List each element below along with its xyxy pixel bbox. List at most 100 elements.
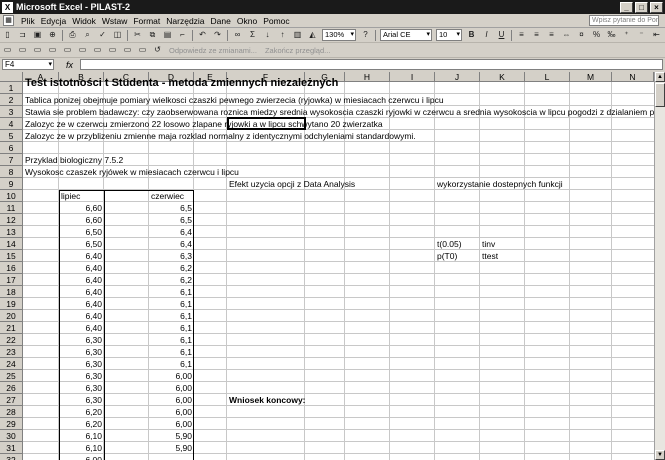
menu-pomoc[interactable]: Pomoc	[260, 16, 292, 26]
czerwiec-value[interactable]: 6,00	[149, 370, 194, 382]
col-header-l[interactable]: L	[525, 72, 570, 82]
lipiec-value[interactable]: 6,40	[59, 262, 104, 274]
row-header-10[interactable]: 10	[0, 190, 23, 202]
lipiec-value[interactable]: 6,20	[59, 406, 104, 418]
scroll-up-arrow-icon[interactable]: ▲	[655, 72, 665, 82]
selected-cell-f4[interactable]	[227, 117, 306, 130]
print-icon[interactable]: ⎙	[66, 29, 79, 41]
workbook-icon[interactable]: ▦	[3, 15, 14, 26]
czerwiec-value[interactable]: 6,4	[149, 226, 194, 238]
lipiec-value[interactable]: 6,30	[59, 334, 104, 346]
lipiec-value[interactable]: 6,30	[59, 358, 104, 370]
bold-icon[interactable]: B	[465, 29, 478, 41]
row-header-11[interactable]: 11	[0, 202, 23, 214]
col-header-n[interactable]: N	[612, 72, 654, 82]
menu-widok[interactable]: Widok	[69, 16, 99, 26]
print-preview-icon[interactable]: ⌕	[81, 29, 94, 41]
copy-icon[interactable]: ⧉	[146, 29, 159, 41]
end-review-button[interactable]: Zakończ przegląd...	[265, 46, 330, 55]
czerwiec-value[interactable]: 6,00	[149, 382, 194, 394]
permission-icon[interactable]: ⊕	[46, 29, 59, 41]
lipiec-value[interactable]: 6,50	[59, 226, 104, 238]
lipiec-value[interactable]: 6,50	[59, 238, 104, 250]
col-header-i[interactable]: I	[390, 72, 435, 82]
row-header-30[interactable]: 30	[0, 430, 23, 442]
research-icon[interactable]: ◫	[111, 29, 124, 41]
lipiec-value[interactable]: 6,30	[59, 346, 104, 358]
cell-j15[interactable]: p(T0)	[435, 250, 457, 262]
chart-wizard-icon[interactable]: ▥	[291, 29, 304, 41]
underline-icon[interactable]: U	[495, 29, 508, 41]
lipiec-value[interactable]: 6,30	[59, 370, 104, 382]
menu-format[interactable]: Format	[130, 16, 163, 26]
czerwiec-value[interactable]: 6,1	[149, 286, 194, 298]
sort-ascending-icon[interactable]: ↓	[261, 29, 274, 41]
czerwiec-value[interactable]: 6,1	[149, 334, 194, 346]
reply-with-changes-button[interactable]: Odpowiedz ze zmianami...	[169, 46, 257, 55]
row-header-2[interactable]: 2	[0, 94, 23, 106]
minimize-button[interactable]: _	[620, 1, 633, 13]
sheet-title[interactable]: Test istotności t Studenta - metoda zmie…	[23, 77, 338, 89]
align-center-icon[interactable]: ≡	[530, 29, 543, 41]
excel-app-icon[interactable]: X	[2, 1, 13, 13]
czerwiec-value[interactable]: 6,5	[149, 214, 194, 226]
row-header-13[interactable]: 13	[0, 226, 23, 238]
menu-narzedzia[interactable]: Narzędzia	[163, 16, 207, 26]
save-icon[interactable]: ▣	[31, 29, 44, 41]
review-icon-5[interactable]: ▭	[61, 44, 74, 56]
lipiec-value[interactable]: 6,10	[59, 430, 104, 442]
review-icon-6[interactable]: ▭	[76, 44, 89, 56]
row-header-9[interactable]: 9	[0, 178, 23, 190]
row-header-1[interactable]: 1	[0, 82, 23, 94]
cell-j9[interactable]: wykorzystanie dostepnych funkcji	[435, 178, 563, 190]
review-icon-8[interactable]: ▭	[106, 44, 119, 56]
czerwiec-value[interactable]: 6,5	[149, 202, 194, 214]
align-right-icon[interactable]: ≡	[545, 29, 558, 41]
cut-icon[interactable]: ✂	[131, 29, 144, 41]
czerwiec-value[interactable]: 6,1	[149, 358, 194, 370]
worksheet-grid[interactable]: A B C D E F G H I J K L M N 1 2 3 4 5 6 7 8 9 10 1…	[0, 72, 654, 460]
cell-a2[interactable]: Tablica ponizej obejmuje pomiary wielkos…	[23, 94, 444, 106]
undo-icon[interactable]: ↶	[196, 29, 209, 41]
decrease-decimal-icon[interactable]: ⁻	[635, 29, 648, 41]
currency-icon[interactable]: ¤	[575, 29, 588, 41]
maximize-button[interactable]: □	[635, 1, 648, 13]
row-header-4[interactable]: 4	[0, 118, 23, 130]
cell-k14[interactable]: tinv	[480, 238, 495, 250]
row-header-16[interactable]: 16	[0, 262, 23, 274]
sort-descending-icon[interactable]: ↑	[276, 29, 289, 41]
reply-changes-icon[interactable]: ↺	[151, 44, 164, 56]
percent-icon[interactable]: %	[590, 29, 603, 41]
col-header-j[interactable]: J	[435, 72, 480, 82]
cell-f9[interactable]: Efekt uzycia opcji z Data Analysis	[227, 178, 355, 190]
lipiec-value[interactable]: 6,60	[59, 214, 104, 226]
drawing-icon[interactable]: ◭	[306, 29, 319, 41]
close-button[interactable]: ×	[650, 1, 663, 13]
lipiec-value[interactable]: 6,30	[59, 394, 104, 406]
thousands-icon[interactable]: ‰	[605, 29, 618, 41]
cell-a7[interactable]: Przyklad biologiczny 7.5.2	[23, 154, 123, 166]
czerwiec-value[interactable]: 6,1	[149, 322, 194, 334]
cell-f27[interactable]: Wniosek koncowy:	[227, 394, 306, 406]
row-header-24[interactable]: 24	[0, 358, 23, 370]
row-header-7[interactable]: 7	[0, 154, 23, 166]
czerwiec-value[interactable]: 6,2	[149, 262, 194, 274]
menu-wstaw[interactable]: Wstaw	[99, 16, 131, 26]
col-header-k[interactable]: K	[480, 72, 525, 82]
vertical-scrollbar[interactable]: ▲ ▼	[654, 72, 665, 460]
review-icon-10[interactable]: ▭	[136, 44, 149, 56]
paste-icon[interactable]: ▤	[161, 29, 174, 41]
cell-a8[interactable]: Wysokosc czaszek ryjówek w miesiacach cz…	[23, 166, 239, 178]
scroll-thumb[interactable]	[655, 83, 665, 107]
menu-plik[interactable]: Plik	[18, 16, 38, 26]
zoom-combo[interactable]: 130%	[322, 29, 356, 41]
czerwiec-value[interactable]: 6,00	[149, 418, 194, 430]
czerwiec-value[interactable]: 6,00	[149, 394, 194, 406]
lipiec-value[interactable]: 6,40	[59, 310, 104, 322]
increase-decimal-icon[interactable]: ⁺	[620, 29, 633, 41]
row-header-8[interactable]: 8	[0, 166, 23, 178]
czerwiec-value[interactable]: 6,3	[149, 250, 194, 262]
row-header-25[interactable]: 25	[0, 370, 23, 382]
row-header-28[interactable]: 28	[0, 406, 23, 418]
lipiec-value[interactable]: 6,30	[59, 382, 104, 394]
